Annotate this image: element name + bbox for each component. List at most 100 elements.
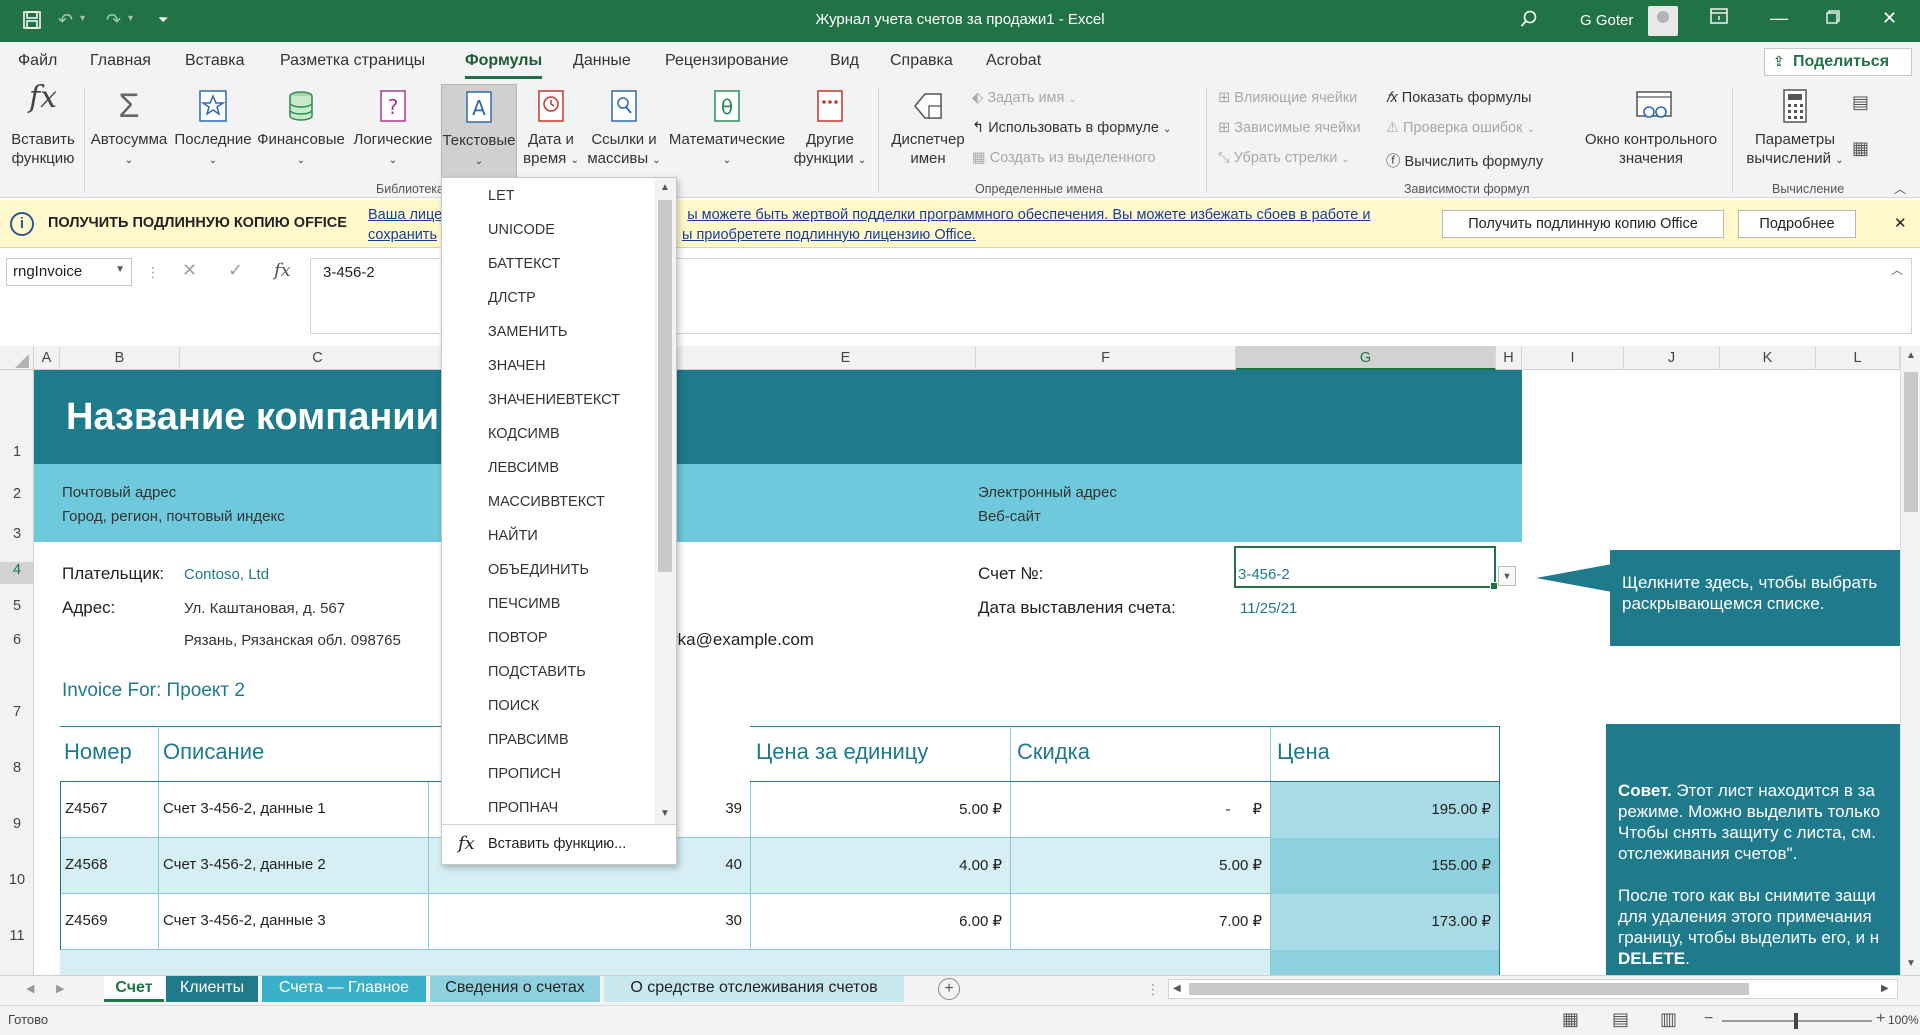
logical-functions-button[interactable]: ? Логические ⌄ [350,88,436,170]
tab-view[interactable]: Вид [830,52,859,70]
invoice-for[interactable]: Invoice For: Проект 2 [62,680,245,702]
row-header-8[interactable]: 8 [0,760,34,776]
close-icon[interactable]: ✕ [1882,8,1897,29]
function-menu-item[interactable]: ЗАМЕНИТЬ [488,324,567,340]
website-label[interactable]: Веб-сайт [978,508,1041,525]
invoice-number-cell[interactable]: 3-456-2 [1234,546,1498,590]
callout-note[interactable]: Щелкните здесь, чтобы выбрать раскрывающ… [1610,550,1900,646]
sheet-tab-invoice-details[interactable]: Сведения о счетах [430,976,600,1002]
tab-file[interactable]: Файл [18,52,57,70]
lookup-functions-button[interactable]: Ссылки и массивы ⌄ [586,88,662,170]
prev-sheet-icon[interactable]: ◀ [26,982,34,995]
address-line-2[interactable]: Рязань, Рязанская обл. 098765 [184,632,401,649]
calculation-options-button[interactable]: Параметры вычислений ⌄ [1740,88,1850,170]
city-line[interactable]: Город, регион, почтовый индекс [62,508,285,525]
tab-review[interactable]: Рецензирование [665,52,789,70]
math-functions-button[interactable]: θ Математические ⌄ [666,88,788,170]
zoom-level[interactable]: 100% [1888,1013,1919,1027]
dropdown-scroll-thumb[interactable] [658,200,672,572]
minimize-icon[interactable]: — [1770,8,1788,29]
calculate-now-icon[interactable]: ▤ [1852,92,1869,113]
row-header-6[interactable]: 6 [0,632,34,648]
sheet-tab-invoice[interactable]: Счет [104,976,164,1002]
function-menu-item[interactable]: ПОДСТАВИТЬ [488,664,586,680]
table-row[interactable]: Z4569 Счет 3-456-2, данные 3 30 6.00 ₽ 7… [60,894,1500,950]
search-icon[interactable] [1520,10,1538,33]
row-header-3[interactable]: 3 [0,526,34,542]
chevron-down-icon[interactable]: ▼ [115,264,125,275]
function-menu-item[interactable]: БАТТЕКСТ [488,256,560,272]
function-menu-item[interactable]: ПРОПНАЧ [488,800,558,816]
address-line-1[interactable]: Ул. Каштановая, д. 567 [184,600,345,617]
trace-dependents-button[interactable]: ⊞ Зависимые ячейки [1218,120,1361,136]
insert-function-icon[interactable]: fx [274,260,291,281]
tab-formulas[interactable]: Формулы [465,52,543,79]
get-genuine-office-button[interactable]: Получить подлинную копию Office [1442,210,1724,238]
table-row[interactable]: Z4568 Счет 3-456-2, данные 2 40 4.00 ₽ 5… [60,838,1500,894]
scroll-down-icon[interactable]: ▼ [660,808,670,819]
company-name[interactable]: Название компании [66,396,439,439]
horizontal-scrollbar[interactable]: ◀ ▶ [1168,979,1898,999]
column-header-h[interactable]: H [1496,346,1522,370]
scroll-right-icon[interactable]: ▶ [1881,983,1889,994]
column-header-g[interactable]: G [1236,346,1496,370]
row-header-5[interactable]: 5 [0,598,34,614]
zoom-in-icon[interactable]: + [1876,1010,1885,1028]
function-menu-item[interactable]: МАССИВВТЕКСТ [488,494,605,510]
normal-view-icon[interactable]: ▦ [1562,1009,1579,1030]
text-functions-button[interactable]: A Текстовые ⌄ [441,84,517,180]
define-name-button[interactable]: ⬖ Задать имя ⌄ [972,90,1077,106]
collapse-formula-icon[interactable]: ︿ [1891,261,1903,278]
vertical-scrollbar[interactable]: ▲ ▼ [1900,346,1920,975]
tab-help[interactable]: Справка [890,52,953,70]
scroll-down-icon[interactable]: ▼ [1906,958,1916,969]
use-in-formula-button[interactable]: ↰ Использовать в формуле ⌄ [972,120,1171,136]
tab-page-layout[interactable]: Разметка страницы [280,52,425,70]
trace-precedents-button[interactable]: ⊞ Влияющие ячейки [1218,90,1357,106]
row-header-9[interactable]: 9 [0,816,34,832]
scrollbar-thumb[interactable] [1904,372,1918,512]
zoom-out-icon[interactable]: − [1704,1010,1713,1028]
function-menu-item[interactable]: ЛЕВСИМВ [488,460,559,476]
dropdown-scrollbar[interactable]: ▲ ▼ [654,178,676,824]
function-menu-item[interactable]: ПОИСК [488,698,539,714]
function-menu-item[interactable]: КОДСИМВ [488,426,560,442]
share-button[interactable]: ⇪ Поделиться [1764,48,1912,76]
tab-home[interactable]: Главная [90,52,151,70]
column-header-c[interactable]: C [180,346,456,370]
next-sheet-icon[interactable]: ▶ [56,982,64,995]
function-menu-item[interactable]: НАЙТИ [488,528,538,544]
close-notice-icon[interactable]: ✕ [1894,214,1907,232]
email-value[interactable]: rka@example.com [672,630,814,650]
evaluate-formula-button[interactable]: ⓕ Вычислить формулу [1386,150,1543,171]
column-header-j[interactable]: J [1624,346,1720,370]
name-box[interactable]: rngInvoice ▼ [6,258,132,286]
row-header-4[interactable]: 4 [0,562,34,584]
sheet-tab-clients[interactable]: Клиенты [166,976,258,1002]
page-layout-view-icon[interactable]: ▤ [1612,1009,1629,1030]
tab-split-handle-icon[interactable]: ⋮ [1146,981,1160,998]
sheet-tab-about[interactable]: О средстве отслеживания счетов [604,976,904,1002]
autosum-button[interactable]: Σ Автосумма ⌄ [88,88,170,170]
column-header-a[interactable]: A [34,346,60,370]
select-all-corner[interactable] [0,346,34,370]
add-sheet-icon[interactable]: + [938,978,960,1000]
financial-functions-button[interactable]: Финансовые ⌄ [256,88,346,170]
other-functions-button[interactable]: Другие функции ⌄ [790,88,870,170]
maximize-icon[interactable] [1826,8,1840,29]
create-from-selection-button[interactable]: ▦ Создать из выделенного [972,150,1155,166]
enter-icon[interactable]: ✓ [228,260,243,281]
function-menu-item[interactable]: ПЕЧСИМВ [488,596,560,612]
zoom-slider-thumb[interactable] [1794,1013,1798,1029]
scroll-left-icon[interactable]: ◀ [1173,983,1181,994]
function-menu-item[interactable]: ОБЪЕДИНИТЬ [488,562,589,578]
tip-note[interactable]: Совет. Этот лист находится в за режиме. … [1606,724,1900,975]
column-header-f[interactable]: F [976,346,1236,370]
scroll-up-icon[interactable]: ▲ [660,182,670,193]
invoice-date-value[interactable]: 11/25/21 [1240,600,1297,617]
function-menu-item[interactable]: LET [488,188,515,204]
table-row[interactable]: Z4567 Счет 3-456-2, данные 1 39 5.00 ₽ -… [60,782,1500,838]
remove-arrows-button[interactable]: ⤡ Убрать стрелки ⌄ [1218,150,1350,166]
function-menu-item[interactable]: ЗНАЧЕНИЕВТЕКСТ [488,392,620,408]
row-header-1[interactable]: 1 [0,444,34,460]
